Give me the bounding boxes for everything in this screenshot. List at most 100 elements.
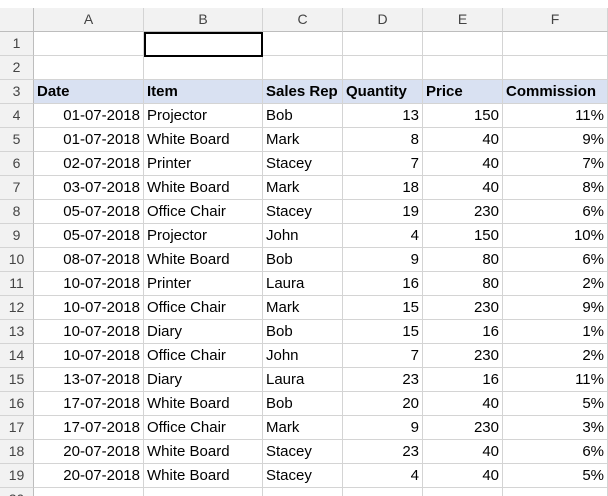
cell-quantity[interactable]: 4 (343, 464, 423, 488)
column-header-c[interactable]: C (263, 8, 343, 32)
column-header-b[interactable]: B (144, 8, 263, 32)
cell-date[interactable]: 05-07-2018 (34, 200, 144, 224)
cell-item[interactable]: Diary (144, 368, 263, 392)
cell-price[interactable]: 40 (423, 464, 503, 488)
cell-quantity[interactable]: 19 (343, 200, 423, 224)
cell-commission[interactable]: 7% (503, 152, 608, 176)
cell-e1[interactable] (423, 32, 503, 56)
cell-date[interactable]: 01-07-2018 (34, 104, 144, 128)
cell-quantity[interactable]: 23 (343, 440, 423, 464)
cell-b2[interactable] (144, 56, 263, 80)
cell-commission[interactable]: 6% (503, 440, 608, 464)
row-header-11[interactable]: 11 (0, 272, 34, 296)
cell-item[interactable]: White Board (144, 392, 263, 416)
cell-d1[interactable] (343, 32, 423, 56)
cell-item[interactable]: Office Chair (144, 344, 263, 368)
cell-price[interactable]: 40 (423, 128, 503, 152)
cell-quantity[interactable]: 23 (343, 368, 423, 392)
header-item[interactable]: Item (144, 80, 263, 104)
row-header-9[interactable]: 9 (0, 224, 34, 248)
cell-price[interactable]: 16 (423, 320, 503, 344)
cell-e2[interactable] (423, 56, 503, 80)
cell-commission[interactable]: 5% (503, 392, 608, 416)
cell-date[interactable]: 10-07-2018 (34, 320, 144, 344)
cell-quantity[interactable]: 9 (343, 248, 423, 272)
cell-quantity[interactable]: 4 (343, 224, 423, 248)
cell-item[interactable]: Office Chair (144, 296, 263, 320)
cell-quantity[interactable]: 8 (343, 128, 423, 152)
cell-price[interactable]: 40 (423, 152, 503, 176)
cell-date[interactable]: 01-07-2018 (34, 128, 144, 152)
cell-sales-rep[interactable]: Bob (263, 104, 343, 128)
cell-date[interactable]: 10-07-2018 (34, 272, 144, 296)
row-header-17[interactable]: 17 (0, 416, 34, 440)
cell-commission[interactable]: 2% (503, 344, 608, 368)
row-header-14[interactable]: 14 (0, 344, 34, 368)
cell-quantity[interactable]: 20 (343, 392, 423, 416)
header-sales-rep[interactable]: Sales Rep (263, 80, 343, 104)
cell-price[interactable]: 230 (423, 200, 503, 224)
cell-c1[interactable] (263, 32, 343, 56)
cell-commission[interactable]: 8% (503, 176, 608, 200)
cell-commission[interactable]: 11% (503, 104, 608, 128)
cell-sales-rep[interactable]: Laura (263, 368, 343, 392)
cell-price[interactable]: 16 (423, 368, 503, 392)
cell-quantity[interactable]: 18 (343, 176, 423, 200)
cell-quantity[interactable]: 7 (343, 344, 423, 368)
header-quantity[interactable]: Quantity (343, 80, 423, 104)
cell-c2[interactable] (263, 56, 343, 80)
cell-date[interactable]: 10-07-2018 (34, 344, 144, 368)
cell-item[interactable]: White Board (144, 440, 263, 464)
cell-commission[interactable]: 6% (503, 200, 608, 224)
header-commission[interactable]: Commission (503, 80, 608, 104)
column-header-d[interactable]: D (343, 8, 423, 32)
cell-price[interactable]: 40 (423, 392, 503, 416)
cell-price[interactable]: 80 (423, 272, 503, 296)
cell-date[interactable]: 17-07-2018 (34, 392, 144, 416)
row-header-18[interactable]: 18 (0, 440, 34, 464)
row-header-10[interactable]: 10 (0, 248, 34, 272)
row-header-4[interactable]: 4 (0, 104, 34, 128)
cell-sales-rep[interactable]: John (263, 344, 343, 368)
cell-commission[interactable]: 6% (503, 248, 608, 272)
cell-sales-rep[interactable]: Mark (263, 176, 343, 200)
cell-b20[interactable] (144, 488, 263, 496)
row-header-12[interactable]: 12 (0, 296, 34, 320)
cell-item[interactable]: Projector (144, 104, 263, 128)
row-header-20[interactable]: 20 (0, 488, 34, 496)
cell-date[interactable]: 05-07-2018 (34, 224, 144, 248)
cell-quantity[interactable]: 9 (343, 416, 423, 440)
cell-item[interactable]: White Board (144, 464, 263, 488)
cell-commission[interactable]: 5% (503, 464, 608, 488)
cell-d2[interactable] (343, 56, 423, 80)
cell-d20[interactable] (343, 488, 423, 496)
cell-sales-rep[interactable]: Mark (263, 416, 343, 440)
row-header-15[interactable]: 15 (0, 368, 34, 392)
cell-commission[interactable]: 9% (503, 296, 608, 320)
cell-e20[interactable] (423, 488, 503, 496)
cell-commission[interactable]: 11% (503, 368, 608, 392)
cell-sales-rep[interactable]: Laura (263, 272, 343, 296)
cell-sales-rep[interactable]: John (263, 224, 343, 248)
cell-item[interactable]: White Board (144, 128, 263, 152)
column-header-f[interactable]: F (503, 8, 608, 32)
row-header-1[interactable]: 1 (0, 32, 34, 56)
row-header-16[interactable]: 16 (0, 392, 34, 416)
cell-date[interactable]: 17-07-2018 (34, 416, 144, 440)
cell-item[interactable]: Diary (144, 320, 263, 344)
cell-sales-rep[interactable]: Bob (263, 248, 343, 272)
cell-quantity[interactable]: 16 (343, 272, 423, 296)
cell-price[interactable]: 150 (423, 104, 503, 128)
cell-sales-rep[interactable]: Stacey (263, 464, 343, 488)
cell-commission[interactable]: 1% (503, 320, 608, 344)
cell-price[interactable]: 230 (423, 296, 503, 320)
header-date[interactable]: Date (34, 80, 144, 104)
row-header-2[interactable]: 2 (0, 56, 34, 80)
row-header-13[interactable]: 13 (0, 320, 34, 344)
cell-commission[interactable]: 9% (503, 128, 608, 152)
row-header-19[interactable]: 19 (0, 464, 34, 488)
cell-sales-rep[interactable]: Stacey (263, 440, 343, 464)
cell-commission[interactable]: 3% (503, 416, 608, 440)
cell-sales-rep[interactable]: Stacey (263, 200, 343, 224)
column-header-e[interactable]: E (423, 8, 503, 32)
